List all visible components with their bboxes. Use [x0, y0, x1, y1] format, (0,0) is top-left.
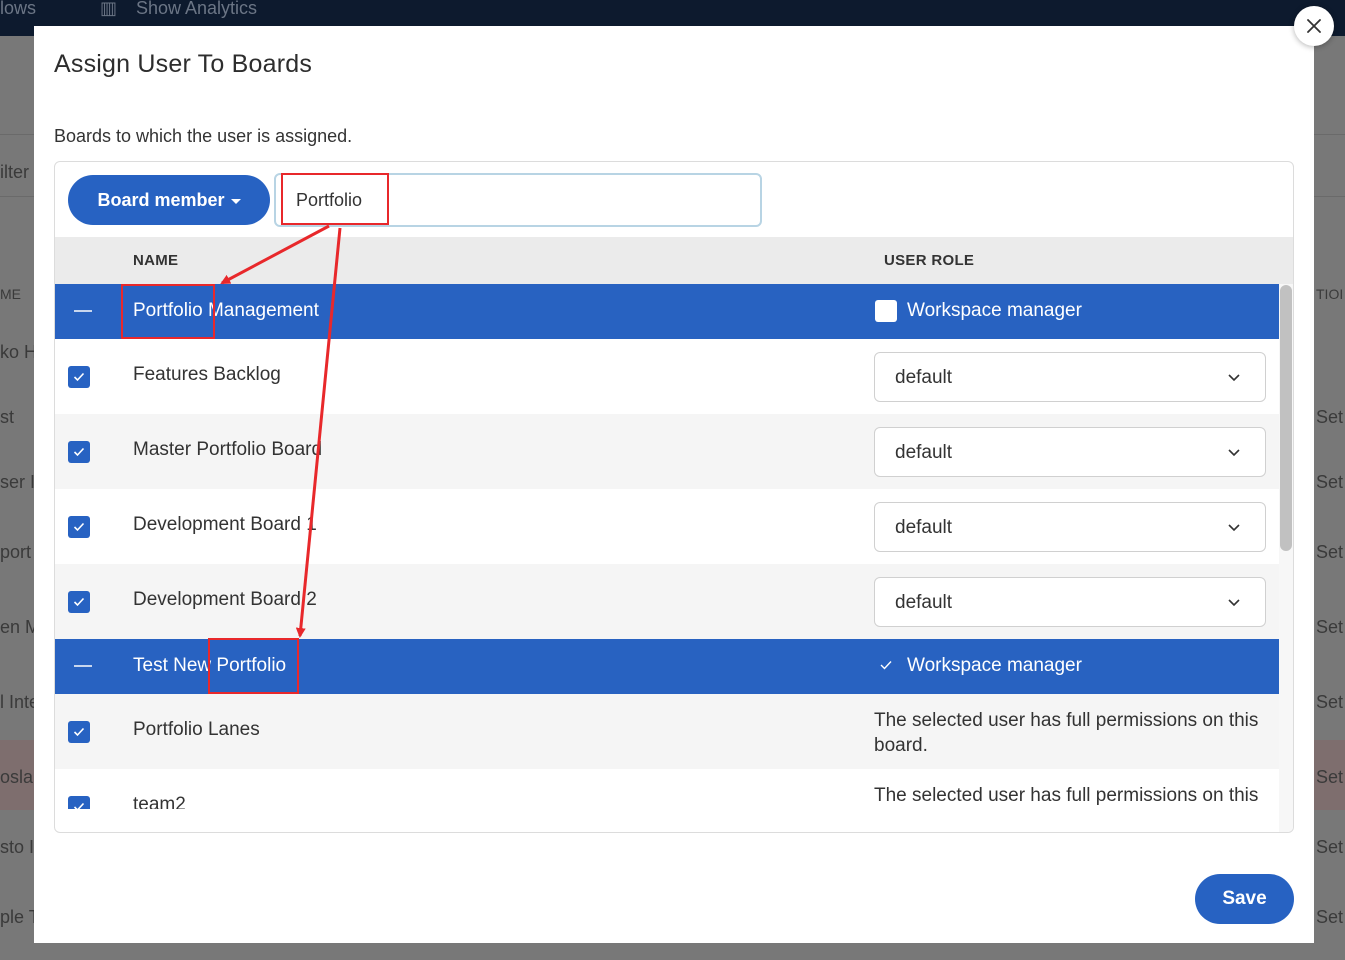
background-row-text: Set: [1316, 837, 1344, 857]
annotation-box-group-1: [121, 284, 215, 339]
role-select-value: default: [895, 517, 953, 538]
background-row-text: ko H: [0, 342, 38, 362]
background-row-text: port: [0, 542, 32, 562]
background-row-text: Set: [1316, 692, 1344, 712]
board-row: Portfolio Lanes The selected user has fu…: [55, 694, 1279, 769]
role-select[interactable]: default: [874, 427, 1266, 477]
board-checkbox[interactable]: [68, 516, 90, 538]
collapse-icon[interactable]: [74, 665, 92, 667]
board-checkbox[interactable]: [68, 441, 90, 463]
background-column-text: TIOI: [1316, 286, 1344, 302]
role-select[interactable]: default: [874, 502, 1266, 552]
check-icon: [73, 522, 85, 532]
board-checkbox[interactable]: [68, 366, 90, 388]
background-row-text: Set: [1316, 617, 1344, 637]
workspace-manager-checkbox[interactable]: [875, 300, 897, 322]
board-row: Master Portfolio Board default: [55, 414, 1279, 489]
board-checkbox[interactable]: [68, 591, 90, 613]
column-header-user-role: USER ROLE: [884, 252, 975, 269]
column-header-name: NAME: [133, 252, 179, 269]
assign-user-modal: Assign User To Boards Boards to which th…: [34, 26, 1314, 943]
chevron-down-icon: [1228, 374, 1240, 382]
chevron-down-icon: [1228, 524, 1240, 532]
analytics-icon: ▥: [100, 0, 118, 18]
background-row-text: Set: [1316, 472, 1344, 492]
background-filter-text: ilter: [0, 162, 30, 182]
background-row-text: st: [0, 407, 15, 427]
role-select-value: default: [895, 592, 953, 613]
background-row-text: Set: [1316, 407, 1344, 427]
check-icon[interactable]: [878, 655, 894, 675]
boards-toolbar: Board member: [55, 162, 1293, 236]
annotation-box-group-2: [208, 638, 299, 694]
board-row: team2 The selected user has full permiss…: [55, 769, 1279, 809]
board-name: team2: [133, 794, 186, 809]
annotation-box-search: [281, 173, 389, 225]
boards-table-body: Portfolio Management Workspace manager F…: [55, 284, 1279, 809]
scrollbar-thumb[interactable]: [1280, 285, 1292, 551]
board-row: Development Board 2 default: [55, 564, 1279, 639]
board-name: Development Board 2: [133, 589, 317, 610]
background-row-text: osla: [0, 767, 34, 787]
close-button[interactable]: [1294, 6, 1334, 46]
board-member-dropdown[interactable]: Board member: [68, 175, 270, 225]
permission-text: The selected user has full permissions o…: [874, 710, 1259, 756]
board-checkbox[interactable]: [68, 796, 90, 809]
check-icon: [73, 802, 85, 809]
board-row: Features Backlog default: [55, 339, 1279, 414]
check-icon: [73, 447, 85, 457]
permission-text: The selected user has full permissions o…: [874, 785, 1259, 806]
boards-panel: Board member NAME USER ROLE Portfolio Ma…: [54, 161, 1294, 833]
role-select-value: default: [895, 367, 953, 388]
role-select-value: default: [895, 442, 953, 463]
chevron-down-icon: [1228, 449, 1240, 457]
check-icon: [73, 597, 85, 607]
role-select[interactable]: default: [874, 352, 1266, 402]
caret-down-icon: [230, 198, 241, 204]
background-column-text: ME: [0, 286, 21, 302]
modal-title: Assign User To Boards: [54, 50, 313, 78]
board-name: Development Board 1: [133, 514, 317, 535]
board-name: Portfolio Lanes: [133, 719, 260, 740]
board-member-label: Board member: [97, 189, 225, 210]
collapse-icon[interactable]: [74, 310, 92, 312]
close-icon: [1307, 19, 1321, 33]
workspace-manager-label: Workspace manager: [907, 655, 1082, 676]
board-checkbox[interactable]: [68, 721, 90, 743]
background-topbar-item: lows: [0, 0, 37, 18]
background-row-text: Set: [1316, 542, 1344, 562]
check-icon: [73, 727, 85, 737]
background-row-text: Set: [1316, 767, 1344, 787]
board-name: Master Portfolio Board: [133, 439, 323, 460]
background-row-text: Set: [1316, 907, 1344, 927]
chevron-down-icon: [1228, 599, 1240, 607]
workspace-manager-label: Workspace manager: [907, 300, 1082, 321]
check-icon: [73, 372, 85, 382]
group-row[interactable]: Portfolio Management Workspace manager: [55, 284, 1279, 339]
save-button[interactable]: Save: [1195, 874, 1294, 924]
board-name: Features Backlog: [133, 364, 281, 385]
board-row: Development Board 1 default: [55, 489, 1279, 564]
modal-subtitle: Boards to which the user is assigned.: [54, 126, 353, 146]
table-header: NAME USER ROLE: [55, 237, 1293, 284]
role-select[interactable]: default: [874, 577, 1266, 627]
background-topbar-item: Show Analytics: [136, 0, 258, 18]
